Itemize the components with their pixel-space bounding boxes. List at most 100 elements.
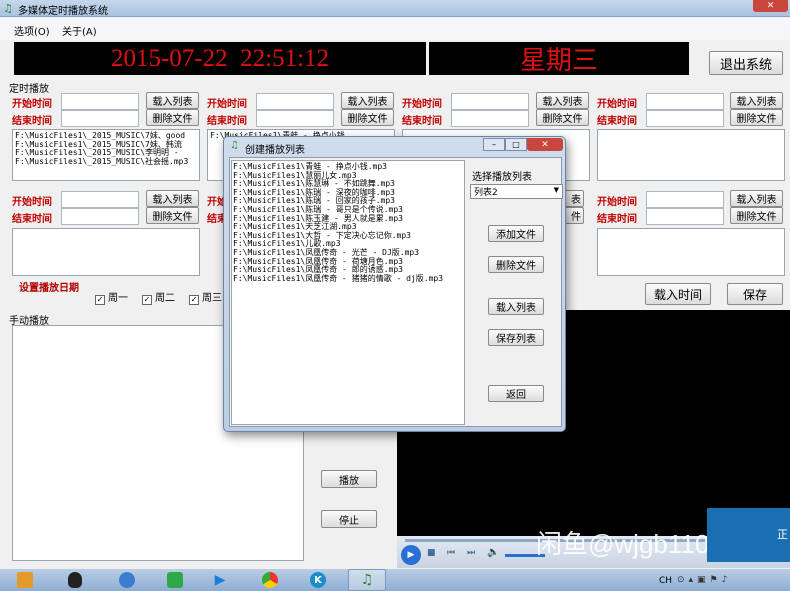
dialog-close-button[interactable]: ✕	[527, 138, 563, 151]
corner-label: 正	[777, 528, 788, 541]
end-time-label: 结束时间	[12, 116, 52, 127]
datetime-display: 2015-07-22 22:51:12	[14, 42, 426, 75]
menu-about[interactable]: 关于(A)	[62, 23, 97, 38]
dialog-icon: ♫	[230, 140, 239, 151]
end-time-input-8[interactable]	[646, 208, 724, 225]
window-title: 多媒体定时播放系统	[18, 6, 108, 17]
delete-file-button-5[interactable]: 删除文件	[146, 207, 199, 224]
delete-file-button-2[interactable]: 删除文件	[341, 109, 394, 126]
timed-play-section-label: 定时播放	[9, 84, 49, 95]
side-panel: 正	[707, 508, 790, 562]
close-window-button[interactable]: ✕	[753, 0, 788, 12]
day-checkbox-tue[interactable]: ✓ 周二	[142, 289, 175, 305]
start-time-input-3[interactable]	[451, 93, 529, 110]
start-time-input-4[interactable]	[646, 93, 724, 110]
end-time-input-5[interactable]	[61, 208, 139, 225]
taskbar-player-icon[interactable]	[160, 569, 190, 591]
load-list-button-2[interactable]: 载入列表	[341, 92, 394, 109]
menu-options[interactable]: 选项(O)	[14, 23, 50, 38]
play-icon[interactable]: ▶	[401, 545, 421, 565]
checkmark-icon: ✓	[189, 295, 199, 305]
save-button[interactable]: 保存	[727, 283, 783, 305]
taskbar-qq-icon[interactable]	[60, 569, 90, 591]
delete-file-button-3[interactable]: 删除文件	[536, 109, 589, 126]
app-icon: ♫	[3, 2, 13, 15]
previous-icon[interactable]: ⏮	[447, 548, 455, 558]
end-time-label: 结束时间	[597, 214, 637, 225]
system-tray-icons[interactable]: ⊙▴▣⚑♪	[677, 575, 785, 587]
end-time-input-3[interactable]	[451, 110, 529, 127]
playlist-box-4[interactable]	[597, 129, 785, 181]
selected-playlist: 列表2	[474, 188, 498, 198]
close-icon: ✕	[766, 1, 775, 11]
delete-file-button-1[interactable]: 删除文件	[146, 109, 199, 126]
stop-button[interactable]: 停止	[321, 510, 377, 528]
playlist-box-8[interactable]	[597, 228, 785, 276]
delete-file-button-8[interactable]: 删除文件	[730, 207, 783, 224]
watermark: 闲鱼@wjgb1109	[536, 529, 724, 559]
play-button[interactable]: 播放	[321, 470, 377, 488]
play-date-label: 设置播放日期	[19, 283, 79, 294]
stop-icon[interactable]: ■	[427, 548, 436, 558]
load-list-button-5[interactable]: 载入列表	[146, 190, 199, 207]
exit-system-button[interactable]: 退出系统	[709, 51, 783, 75]
playlist-select[interactable]: 列表2 ▼	[470, 184, 563, 199]
list-item[interactable]: F:\MusicFiles1\_2015_MUSIC\社会摇.mp3	[15, 157, 197, 167]
start-time-label: 开始时间	[207, 99, 247, 110]
taskbar-chrome-icon[interactable]	[255, 569, 285, 591]
start-time-input-1[interactable]	[61, 93, 139, 110]
dialog-body: F:\MusicFiles1\青蛙 - 挣点小钱.mp3 F:\MusicFil…	[229, 157, 563, 427]
close-icon: ✕	[541, 139, 549, 150]
dialog-delete-file-button[interactable]: 删除文件	[488, 256, 544, 273]
add-file-button[interactable]: 添加文件	[488, 225, 544, 242]
day-label: 周一	[108, 293, 128, 304]
day-checkbox-mon[interactable]: ✓ 周一	[95, 289, 128, 305]
back-button[interactable]: 返回	[488, 385, 544, 402]
end-time-label: 结束时间	[207, 116, 247, 127]
title-bar: ♫ 多媒体定时播放系统 ✕	[0, 0, 790, 17]
end-time-input-4[interactable]	[646, 110, 724, 127]
dialog-load-list-button[interactable]: 载入列表	[488, 298, 544, 315]
start-time-label: 开始时间	[597, 197, 637, 208]
end-time-input-1[interactable]	[61, 110, 139, 127]
taskbar-media-icon[interactable]	[10, 569, 40, 591]
day-checkbox-wed[interactable]: ✓ 周三	[189, 289, 222, 305]
checkmark-icon: ✓	[142, 295, 152, 305]
end-time-input-2[interactable]	[256, 110, 334, 127]
end-time-label: 结束时间	[402, 116, 442, 127]
dialog-maximize-button[interactable]: □	[505, 138, 527, 151]
load-time-button[interactable]: 载入时间	[645, 283, 711, 305]
dialog-minimize-button[interactable]: –	[483, 138, 505, 151]
start-time-label: 开始时间	[597, 99, 637, 110]
delete-file-button-7[interactable]: 件	[564, 207, 584, 224]
load-list-button-1[interactable]: 载入列表	[146, 92, 199, 109]
save-list-button[interactable]: 保存列表	[488, 329, 544, 346]
taskbar-video-icon[interactable]: ▶	[205, 569, 235, 591]
start-time-input-8[interactable]	[646, 191, 724, 208]
taskbar-browser-icon[interactable]	[112, 569, 142, 591]
start-time-input-5[interactable]	[61, 191, 139, 208]
tray-language[interactable]: CH	[659, 576, 672, 586]
load-list-button-7[interactable]: 表	[564, 190, 584, 207]
select-playlist-label: 选择播放列表	[472, 172, 532, 183]
day-label: 周二	[155, 293, 175, 304]
load-list-button-8[interactable]: 载入列表	[730, 190, 783, 207]
weekday-display: 星期三	[429, 42, 689, 75]
volume-icon[interactable]: 🔈	[487, 547, 499, 558]
delete-file-button-4[interactable]: 删除文件	[730, 109, 783, 126]
playlist-box-1[interactable]: F:\MusicFiles1\_2015_MUSIC\7妹、good F:\Mu…	[12, 129, 200, 181]
playlist-box-5[interactable]	[12, 228, 200, 276]
start-time-label: 开始时间	[12, 197, 52, 208]
taskbar-active-app-icon[interactable]: ♫	[348, 569, 386, 591]
dialog-file-list[interactable]: F:\MusicFiles1\青蛙 - 挣点小钱.mp3 F:\MusicFil…	[231, 160, 465, 425]
end-time-label: 结束时间	[597, 116, 637, 127]
start-time-input-2[interactable]	[256, 93, 334, 110]
next-icon[interactable]: ⏭	[467, 548, 475, 558]
day-label: 周三	[202, 293, 222, 304]
taskbar-k-icon[interactable]: K	[303, 569, 333, 591]
menu-bar: 选项(O) 关于(A)	[0, 18, 790, 40]
load-list-button-4[interactable]: 载入列表	[730, 92, 783, 109]
chevron-down-icon: ▼	[553, 186, 559, 194]
list-item[interactable]: F:\MusicFiles1\凤凰传奇 - 猪猪的情歌 - dj版.mp3	[233, 274, 463, 284]
load-list-button-3[interactable]: 载入列表	[536, 92, 589, 109]
